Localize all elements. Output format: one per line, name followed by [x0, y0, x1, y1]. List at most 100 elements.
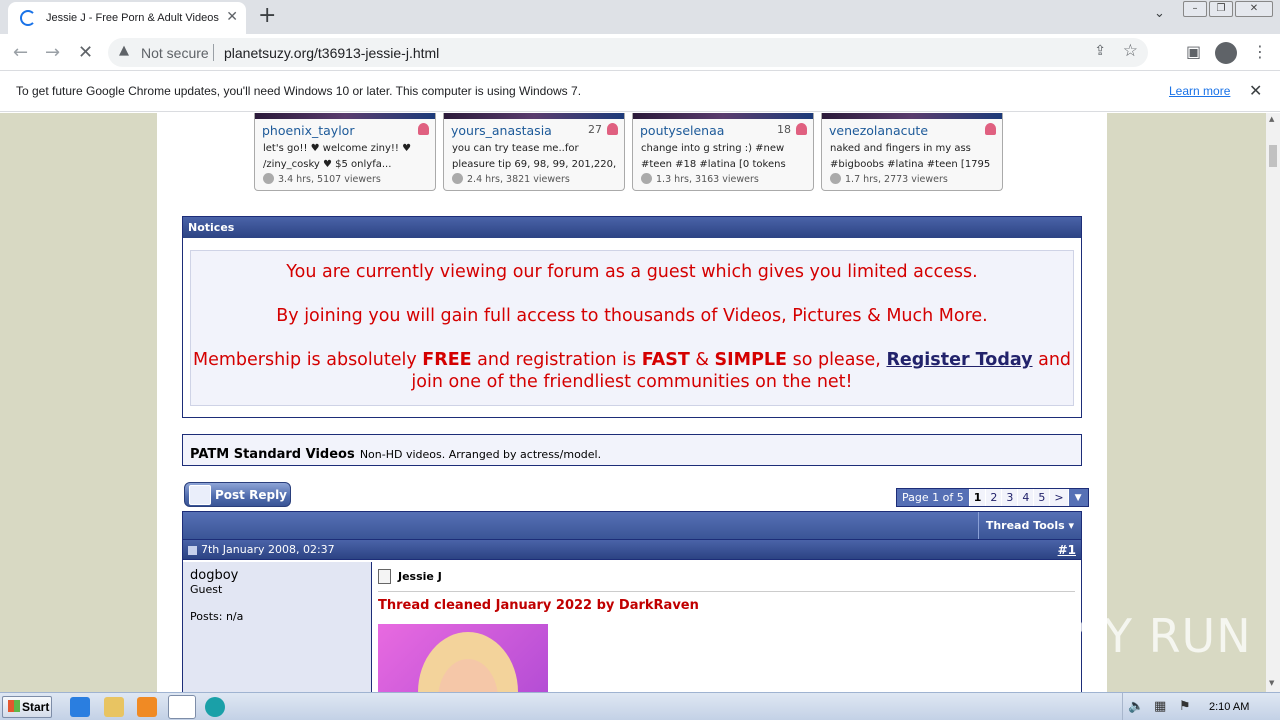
page-link-current[interactable]: 1 [968, 489, 986, 506]
forward-arrow-icon[interactable]: → [45, 42, 60, 63]
cam-stats: 1.3 hrs, 3163 viewers [641, 173, 759, 185]
profile-avatar-icon[interactable] [1215, 42, 1237, 64]
warning-triangle-icon[interactable]: ▲ [119, 43, 129, 58]
cam-age: 27 [588, 123, 602, 136]
tab-close-icon[interactable]: ✕ [226, 9, 238, 25]
thread-tools-menu[interactable]: Thread Tools ▾ [977, 512, 1081, 539]
next-page-link[interactable]: > [1049, 489, 1067, 506]
post-count: Posts: n/a [190, 610, 244, 623]
action-center-flag-icon[interactable]: ⚑ [1179, 699, 1191, 714]
cam-thumbnail[interactable] [255, 113, 435, 119]
page-link[interactable]: 2 [985, 489, 1001, 506]
clock-icon [263, 173, 274, 184]
post-document-icon [378, 569, 391, 584]
minimize-button[interactable]: – [1183, 1, 1207, 17]
cam-stats: 1.7 hrs, 2773 viewers [830, 173, 948, 185]
post-user-info: dogboy Guest Posts: n/a [183, 562, 372, 692]
windows-logo-icon [8, 700, 20, 712]
post-body: Jessie J Thread cleaned January 2022 by … [372, 562, 1081, 692]
page-link[interactable]: 5 [1033, 489, 1049, 506]
infobar-message: To get future Google Chrome updates, you… [16, 84, 582, 98]
cam-thumbnail[interactable] [633, 113, 813, 119]
forum-name[interactable]: PATM Standard Videos [190, 447, 355, 462]
learn-more-link[interactable]: Learn more [1169, 84, 1230, 98]
restore-button[interactable]: ❐ [1209, 1, 1233, 17]
post-divider [378, 591, 1075, 592]
cam-name[interactable]: poutyselenaa [640, 123, 724, 138]
notice-body: You are currently viewing our forum as a… [190, 250, 1074, 406]
tab-title: Jessie J - Free Porn & Adult Videos F [46, 12, 222, 24]
tab-search-chevron-icon[interactable]: ⌄ [1154, 6, 1165, 21]
chrome-taskbar-button[interactable] [168, 695, 196, 719]
url-text[interactable]: planetsuzy.org/t36913-jessie-j.html [224, 45, 439, 61]
old-post-icon [188, 546, 197, 555]
cam-card[interactable]: poutyselenaa 18 change into g string :) … [632, 113, 814, 191]
page-count-label: Page 1 of 5 [897, 489, 969, 506]
scrollbar-thumb[interactable] [1269, 145, 1277, 167]
notices-panel: Notices You are currently viewing our fo… [182, 216, 1082, 418]
cam-description: naked and fingers in my ass #bigboobs #la… [830, 143, 991, 170]
cam-stats: 3.4 hrs, 5107 viewers [263, 173, 381, 185]
close-window-button[interactable]: ✕ [1235, 1, 1273, 17]
cam-name[interactable]: venezolanacute [829, 123, 928, 138]
cam-name[interactable]: yours_anastasia [451, 123, 552, 138]
scroll-down-icon[interactable]: ▼ [1269, 679, 1274, 687]
security-label[interactable]: Not secure [141, 45, 209, 61]
cam-thumbnail[interactable] [444, 113, 624, 119]
menu-kebab-icon[interactable]: ⋮ [1252, 42, 1268, 61]
page-viewport: phoenix_taylor let's go!! ♥ welcome ziny… [0, 113, 1266, 692]
system-tray [1122, 693, 1123, 720]
forum-description-bar: PATM Standard Videos Non-HD videos. Arra… [182, 434, 1082, 466]
post-reply-button[interactable]: Post Reply [184, 482, 291, 507]
page-jump-dropdown-icon[interactable]: ▼ [1067, 489, 1088, 506]
clock-icon [452, 173, 463, 184]
clock-icon [830, 173, 841, 184]
bookmark-star-icon[interactable]: ☆ [1123, 41, 1138, 61]
post-image[interactable] [378, 624, 548, 692]
page-link[interactable]: 4 [1017, 489, 1033, 506]
address-bar[interactable]: ▲ Not secure planetsuzy.org/t36913-jessi… [108, 38, 1148, 67]
page-scrollbar[interactable]: ▲ ▼ [1266, 113, 1280, 692]
edge-icon[interactable] [205, 697, 225, 717]
notice-line-1: You are currently viewing our forum as a… [286, 262, 978, 282]
forum-desc: Non-HD videos. Arranged by actress/model… [359, 448, 602, 461]
gender-female-icon [985, 123, 996, 135]
file-explorer-icon[interactable] [104, 697, 124, 717]
stop-loading-icon[interactable]: ✕ [78, 42, 93, 63]
clock-icon [641, 173, 652, 184]
page-link[interactable]: 3 [1001, 489, 1017, 506]
media-player-icon[interactable] [137, 697, 157, 717]
thread-cleaned-note: Thread cleaned January 2022 by DarkRaven [378, 598, 699, 613]
share-icon[interactable]: ⇪ [1094, 43, 1106, 59]
cam-name[interactable]: phoenix_taylor [262, 123, 354, 138]
taskbar-clock[interactable]: 2:10 AM [1209, 701, 1249, 713]
cam-card[interactable]: yours_anastasia 27 you can try tease me.… [443, 113, 625, 191]
notice-line-3: Membership is absolutely FREE and regist… [192, 350, 1072, 392]
network-icon[interactable]: ▦ [1154, 699, 1166, 714]
cam-thumbnail[interactable] [822, 113, 1002, 119]
internet-explorer-icon[interactable] [70, 697, 90, 717]
cam-card[interactable]: venezolanacute naked and fingers in my a… [821, 113, 1003, 191]
side-panel-icon[interactable]: ▣ [1186, 42, 1201, 61]
pagination: Page 1 of 5 1 2 3 4 5 > ▼ [896, 488, 1089, 507]
cam-card[interactable]: phoenix_taylor let's go!! ♥ welcome ziny… [254, 113, 436, 191]
infobar-close-icon[interactable]: ✕ [1249, 81, 1262, 100]
loading-spinner-icon [20, 10, 36, 26]
post-number[interactable]: #1 [1058, 543, 1076, 557]
post-title: Jessie J [378, 569, 1075, 584]
anyrun-watermark: ANY RUN [1036, 609, 1252, 663]
gender-female-icon [796, 123, 807, 135]
post-user-role: Guest [190, 583, 223, 596]
omnibox-divider [213, 44, 214, 61]
cam-description: let's go!! ♥ welcome ziny!! ♥/ziny_cosky… [263, 143, 412, 170]
new-tab-button[interactable]: + [258, 3, 276, 28]
start-button[interactable]: Start [2, 696, 52, 718]
gender-female-icon [607, 123, 618, 135]
scroll-up-icon[interactable]: ▲ [1269, 115, 1274, 123]
register-today-link[interactable]: Register Today [886, 350, 1032, 370]
gender-female-icon [418, 123, 429, 135]
browser-tab[interactable]: Jessie J - Free Porn & Adult Videos F ✕ [8, 2, 246, 34]
post-reply-icon [189, 485, 211, 505]
volume-icon[interactable]: 🔈 [1128, 699, 1144, 714]
back-arrow-icon[interactable]: ← [13, 42, 28, 63]
